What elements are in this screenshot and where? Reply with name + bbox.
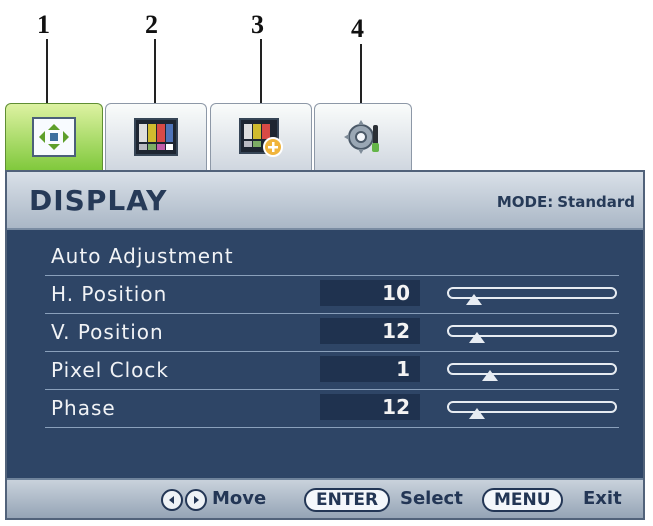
display-move-icon (31, 116, 77, 158)
menu-header: DISPLAY MODE: Standard (7, 172, 643, 230)
color-plus-icon (238, 116, 284, 158)
menu-item-h-position[interactable]: H. Position 10 (45, 275, 619, 314)
mode-indicator: MODE: Standard (493, 193, 635, 211)
menu-item-v-position[interactable]: V. Position 12 (45, 313, 619, 352)
menu-body: Auto Adjustment H. Position 10 V. Positi… (7, 230, 643, 482)
right-arrow-icon (194, 496, 199, 504)
callout-3: 3 (251, 10, 264, 39)
callout-4: 4 (351, 14, 364, 43)
slider-thumb[interactable] (468, 332, 485, 343)
footer-bar: Move ENTER Select MENU Exit (7, 478, 643, 518)
callout-line-3 (260, 39, 262, 107)
callout-1: 1 (37, 10, 50, 39)
value-box: 10 (320, 280, 420, 306)
phase-slider[interactable] (447, 401, 617, 419)
color-bars-icon (133, 116, 179, 158)
tab-color[interactable] (105, 103, 207, 171)
value-box: 12 (320, 318, 420, 344)
h-position-slider[interactable] (447, 287, 617, 305)
move-label: Move (212, 488, 267, 509)
select-label: Select (400, 488, 463, 509)
callout-line-1 (46, 39, 48, 107)
menu-item-label: H. Position (51, 282, 168, 306)
mode-label: MODE: (496, 193, 554, 211)
callout-line-2 (154, 39, 156, 107)
value-box: 1 (320, 356, 420, 382)
menu-item-label: V. Position (51, 320, 164, 344)
mode-value: Standard (557, 193, 635, 211)
slider-thumb[interactable] (468, 408, 485, 419)
slider-thumb[interactable] (465, 294, 482, 305)
callout-line-4 (360, 44, 362, 108)
left-arrow-button[interactable] (161, 489, 183, 511)
tab-display[interactable] (5, 103, 103, 171)
menu-item-label: Pixel Clock (51, 358, 169, 382)
menu-item-label: Phase (51, 396, 116, 420)
gear-tools-icon (340, 116, 386, 158)
tab-system[interactable] (314, 103, 412, 171)
pixel-clock-slider[interactable] (447, 363, 617, 381)
left-arrow-icon (169, 496, 174, 504)
slider-thumb[interactable] (482, 370, 499, 381)
menu-item-label: Auto Adjustment (51, 244, 234, 268)
v-position-slider[interactable] (447, 325, 617, 343)
tab-picture-advanced[interactable] (210, 103, 312, 171)
right-arrow-button[interactable] (185, 489, 207, 511)
page-title: DISPLAY (29, 184, 168, 217)
menu-item-pixel-clock[interactable]: Pixel Clock 1 (45, 351, 619, 390)
menu-item-auto-adjustment[interactable]: Auto Adjustment (45, 237, 619, 276)
menu-button[interactable]: MENU (482, 488, 563, 512)
enter-button[interactable]: ENTER (304, 488, 391, 512)
value-box: 12 (320, 394, 420, 420)
callout-2: 2 (145, 10, 158, 39)
osd-panel: DISPLAY MODE: Standard Auto Adjustment H.… (5, 170, 645, 520)
menu-item-phase[interactable]: Phase 12 (45, 389, 619, 428)
exit-label: Exit (583, 488, 622, 509)
